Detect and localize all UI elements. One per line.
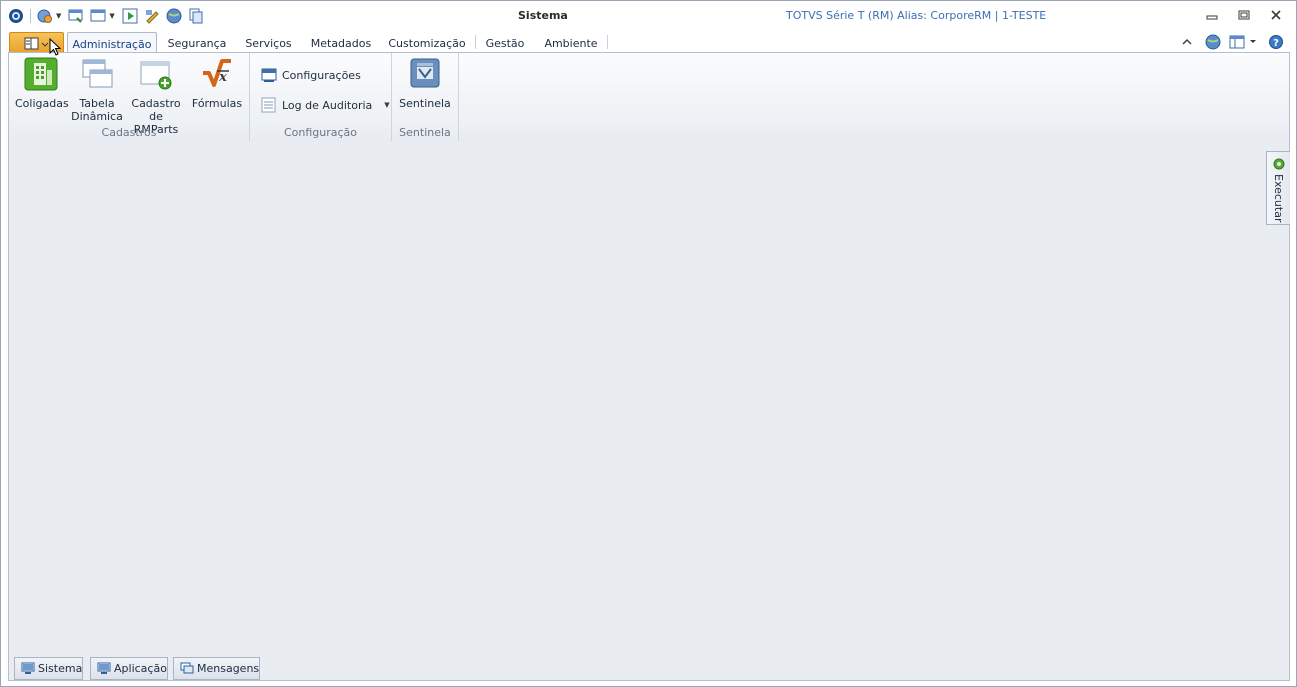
monitor-icon: [97, 662, 111, 675]
group-label-configuracao: Configuração: [283, 126, 358, 139]
tab-ambiente[interactable]: Ambiente: [541, 32, 601, 53]
tab-servicos[interactable]: Serviços: [241, 32, 296, 53]
bottom-tab-sistema[interactable]: Sistema: [14, 657, 83, 680]
log-list-icon: [261, 97, 277, 113]
tabela-dinamica-label-2: Dinâmica: [71, 110, 123, 123]
maximize-button[interactable]: [1235, 7, 1253, 23]
executar-label: Executar: [1272, 174, 1285, 223]
cadastro-rmparts-button[interactable]: Cadastro de RMParts: [127, 57, 185, 136]
tab-gestao[interactable]: Gestão: [482, 32, 528, 53]
svg-text:?: ?: [1273, 38, 1279, 49]
bottom-tab-mensagens[interactable]: Mensagens: [173, 657, 260, 680]
chevron-down-icon[interactable]: ▼: [384, 101, 389, 109]
ribbon-panel: Coligadas Tabela Dinâmica Cadastro de RM…: [8, 52, 1290, 142]
play-icon[interactable]: [121, 7, 139, 25]
group-cadastros: Coligadas Tabela Dinâmica Cadastro de RM…: [9, 53, 250, 141]
log-auditoria-button[interactable]: Log de Auditoria ▼: [261, 95, 390, 115]
help-icon[interactable]: ?: [1268, 34, 1284, 50]
pencil-icon[interactable]: [143, 7, 161, 25]
app-logo-icon[interactable]: [7, 7, 25, 25]
chevron-down-icon[interactable]: ▼: [109, 12, 114, 20]
log-auditoria-label: Log de Auditoria: [282, 98, 373, 112]
formula-icon: x: [200, 57, 234, 91]
workspace-area: [8, 141, 1290, 657]
copy-icon[interactable]: [187, 7, 205, 25]
tab-metadados[interactable]: Metadados: [307, 32, 375, 53]
group-configuracao: Configurações Log de Auditoria ▼ Configu…: [250, 53, 392, 141]
tab-separator: [475, 35, 476, 49]
window-title: Sistema: [518, 9, 568, 22]
tab-seguranca[interactable]: Segurança: [163, 32, 231, 53]
chat-bubbles-icon: [180, 662, 194, 675]
coligadas-label: Coligadas: [15, 97, 69, 110]
building-icon: [24, 57, 58, 91]
group-label-cadastros: Cadastros: [101, 126, 157, 139]
bottom-tab-aplicacao[interactable]: Aplicação: [90, 657, 168, 680]
window-icon[interactable]: [89, 7, 107, 25]
close-button[interactable]: [1267, 7, 1285, 23]
settings-window-icon: [261, 67, 277, 83]
chevron-down-icon[interactable]: ▼: [56, 12, 61, 20]
bottom-tab-aplicacao-label: Aplicação: [114, 662, 167, 675]
minimize-button[interactable]: [1203, 7, 1221, 23]
title-bar: ▼ ▼ Sistema TOTVS Série T (RM) Alias: Co…: [1, 1, 1296, 30]
cadastro-rmparts-label-1: Cadastro: [131, 97, 181, 110]
gear-icon: [1273, 158, 1285, 170]
formulas-button[interactable]: x Fórmulas: [191, 57, 243, 110]
bottom-tab-bar: Sistema Aplicação Mensagens: [8, 657, 1290, 681]
coligadas-button[interactable]: Coligadas: [15, 57, 69, 110]
main-window: ▼ ▼ Sistema TOTVS Série T (RM) Alias: Co…: [0, 0, 1297, 687]
quick-access-toolbar: ▼ ▼: [7, 6, 209, 26]
configuracoes-label: Configurações: [282, 68, 361, 82]
screen-arrow-icon[interactable]: [67, 7, 85, 25]
toolbar-separator: [30, 9, 31, 23]
sentinela-button[interactable]: Sentinela: [398, 57, 452, 110]
windows-stack-icon: [80, 57, 114, 91]
sentinela-label: Sentinela: [399, 97, 451, 110]
group-label-sentinela: Sentinela: [399, 126, 451, 139]
mouse-cursor-icon: [49, 38, 62, 56]
tab-customizacao[interactable]: Customização: [387, 32, 467, 53]
globe-icon[interactable]: [165, 7, 183, 25]
layout-icon[interactable]: [1229, 34, 1259, 50]
window-add-icon: [139, 57, 173, 91]
tab-administracao[interactable]: Administração: [67, 32, 157, 53]
tab-separator: [607, 35, 608, 49]
executar-side-tab[interactable]: Executar: [1266, 151, 1290, 225]
bottom-tab-sistema-label: Sistema: [38, 662, 83, 675]
bottom-tab-mensagens-label: Mensagens: [197, 662, 260, 675]
svg-text:x: x: [218, 70, 227, 85]
sentinel-icon: [408, 57, 442, 91]
globe-icon[interactable]: [1204, 34, 1222, 50]
alias-info: TOTVS Série T (RM) Alias: CorporeRM | 1-…: [786, 9, 1047, 22]
configuracoes-button[interactable]: Configurações: [261, 65, 361, 85]
collapse-ribbon-icon[interactable]: [1180, 34, 1194, 50]
ribbon-tabs: Administração Segurança Serviços Metadad…: [1, 30, 1296, 53]
monitor-icon: [21, 662, 35, 675]
group-sentinela: Sentinela Sentinela: [392, 53, 459, 141]
tabela-dinamica-button[interactable]: Tabela Dinâmica: [71, 57, 123, 123]
tabela-dinamica-label-1: Tabela: [79, 97, 115, 110]
globe-gear-icon[interactable]: [36, 7, 54, 25]
formulas-label: Fórmulas: [191, 97, 243, 110]
